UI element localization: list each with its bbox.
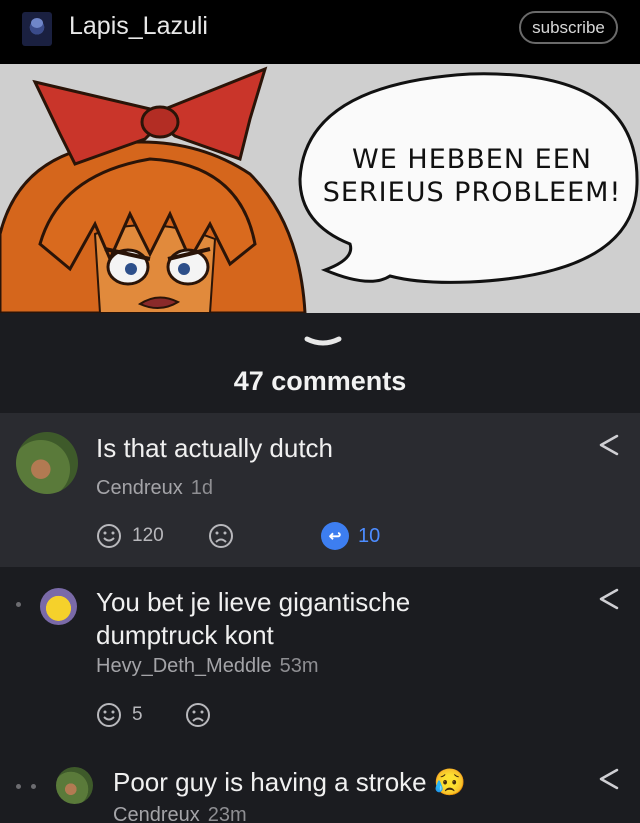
commenter-avatar[interactable] [40,588,77,625]
comment-time: 23m [207,804,247,823]
top-bar: Lapis_Lazuli subscribe [0,0,640,64]
speech-bubble-text: WE HEBBEN EEN SERIEUS PROBLEEM! [302,143,640,209]
commenter-avatar[interactable] [56,767,93,804]
commenter-avatar[interactable] [16,432,78,494]
comment-author[interactable]: Hevy_Deth_Meddle [96,655,272,677]
downvote-button[interactable] [185,702,211,728]
thread-depth-dot [16,602,21,607]
subscribe-button[interactable]: subscribe [519,11,618,44]
comment-author[interactable]: Cendreux [96,477,183,499]
comment-time: 1d [190,477,213,499]
comment-time: 53m [279,655,319,677]
chevron-down-icon[interactable] [303,333,343,353]
comment-text-line-1: You bet je lieve gigantische [96,587,411,617]
sad-emoji: 😥 [433,767,467,797]
upvote-count: 120 [132,525,164,546]
frown-icon [209,524,233,548]
downvote-button[interactable] [208,523,234,549]
thread-depth-dot [31,784,36,789]
thread-depth-dot [16,784,21,789]
comment-meta: Cendreux 1d [96,477,213,500]
share-icon[interactable] [598,587,620,611]
comment-count: 47 comments [233,366,407,396]
frown-icon [186,703,210,727]
comment-item[interactable]: Is that actually dutch Cendreux 1d 120 ↩ … [0,413,640,567]
smile-icon [97,703,121,727]
upvote-count: 5 [132,704,143,725]
speech-line-1: WE HEBBEN EEN [352,144,592,175]
comment-author[interactable]: Cendreux [113,804,200,823]
comment-text: Poor guy is having a stroke 😥 [113,766,466,799]
comment-item[interactable]: You bet je lieve gigantische dumptruck k… [0,567,640,747]
reply-count: 10 [358,524,381,547]
comment-text-line-2: dumptruck kont [96,620,274,650]
comments-header: 47 comments [0,313,640,413]
share-icon[interactable] [598,433,620,457]
comment-text-body: Poor guy is having a stroke [113,767,427,797]
replies-button[interactable]: ↩ 10 [321,522,380,550]
comment-item[interactable]: Poor guy is having a stroke 😥 Cendreux 23… [0,747,640,823]
uploader-username[interactable]: Lapis_Lazuli [69,12,208,41]
upvote-button[interactable]: 120 [96,523,164,549]
comment-text: Is that actually dutch [96,433,334,463]
comment-text: You bet je lieve gigantische dumptruck k… [96,586,410,652]
speech-line-2: SERIEUS PROBLEEM! [322,177,622,208]
smile-icon [97,524,121,548]
upvote-button[interactable]: 5 [96,702,143,728]
comment-meta: Cendreux 23m [113,804,247,823]
share-icon[interactable] [598,767,620,791]
reply-arrow-icon: ↩ [321,522,349,550]
comment-meta: Hevy_Deth_Meddle 53m [96,655,319,678]
uploader-avatar[interactable] [22,12,52,46]
post-image[interactable]: WE HEBBEN EEN SERIEUS PROBLEEM! [0,64,640,313]
